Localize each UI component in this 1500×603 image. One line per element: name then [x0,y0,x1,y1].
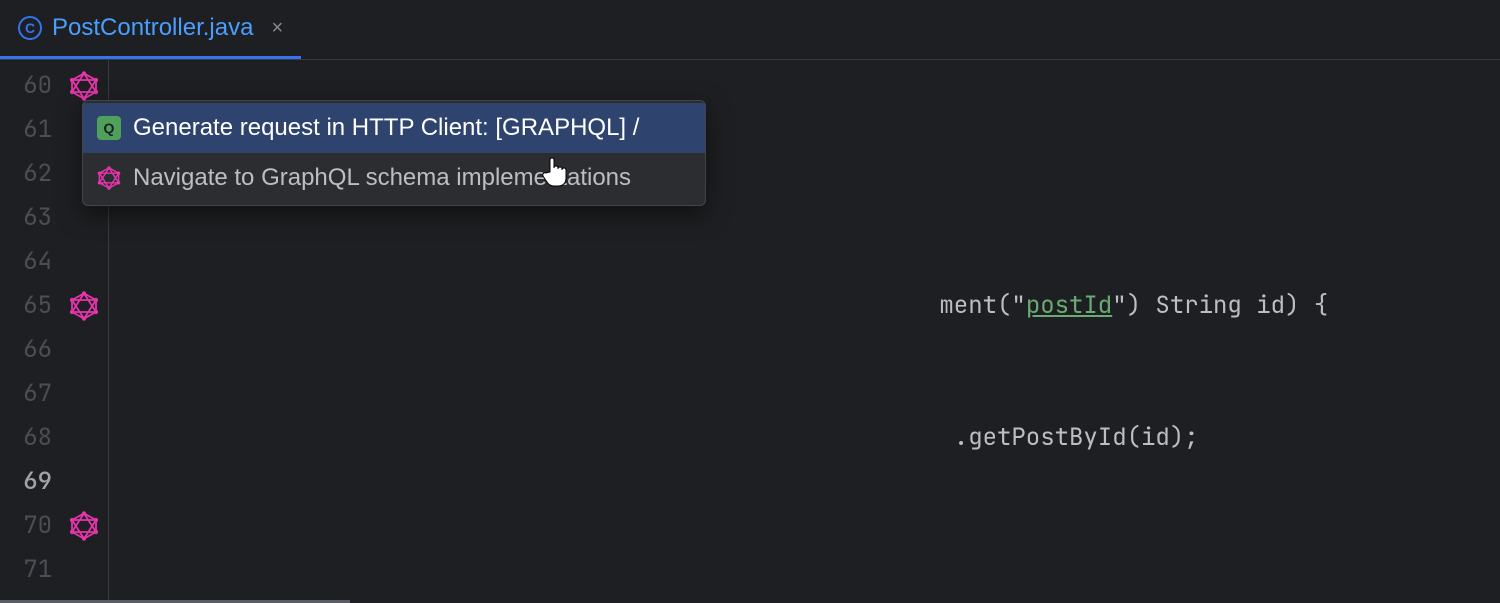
editor-tab-postcontroller[interactable]: C PostController.java × [0,0,301,59]
intention-navigate-schema[interactable]: Navigate to GraphQL schema implementatio… [83,153,705,203]
line-number: 70 [0,504,52,548]
line-number: 64 [0,240,52,284]
intention-generate-http-request[interactable]: Q Generate request in HTTP Client: [GRAPH… [83,103,705,153]
graphql-gutter-icon[interactable] [60,504,108,548]
graphql-gutter-icon[interactable] [60,284,108,328]
line-number: 61 [0,108,52,152]
gutter-spacer [60,460,108,504]
popup-item-label: Generate request in HTTP Client: [GRAPHQ… [133,106,639,150]
line-number: 69 [0,460,52,504]
close-tab-icon[interactable]: × [271,17,283,40]
line-number-gutter: 606162636465666768697071 [0,60,60,600]
gutter-spacer [60,240,108,284]
code-line[interactable]: xxxxxxxxxxxxxxxxxxxxxxxxxxxxxxxxxxxxxxxx… [117,416,1500,460]
gutter-spacer [60,328,108,372]
intention-action-popup: Q Generate request in HTTP Client: [GRAPH… [82,100,706,206]
line-number: 66 [0,328,52,372]
java-class-icon: C [18,16,42,40]
line-number: 63 [0,196,52,240]
line-number: 67 [0,372,52,416]
code-editor[interactable]: 606162636465666768697071 @QueryMapping x… [0,60,1500,600]
code-line[interactable] [117,548,1500,592]
graphql-icon [97,166,121,190]
editor-tab-bar: C PostController.java × [0,0,1500,60]
tab-filename: PostController.java [52,14,253,42]
http-client-icon: Q [97,116,121,140]
popup-item-label: Navigate to GraphQL schema implementatio… [133,156,631,200]
gutter-spacer [60,548,108,592]
line-number: 68 [0,416,52,460]
line-number: 65 [0,284,52,328]
gutter-spacer [60,416,108,460]
line-number: 60 [0,64,52,108]
code-line[interactable]: xxxxxxxxxxxxxxxxxxxxxxxxxxxxxxxxxxxxxxxx… [117,284,1500,328]
line-number: 71 [0,548,52,592]
gutter-spacer [60,372,108,416]
line-number: 62 [0,152,52,196]
